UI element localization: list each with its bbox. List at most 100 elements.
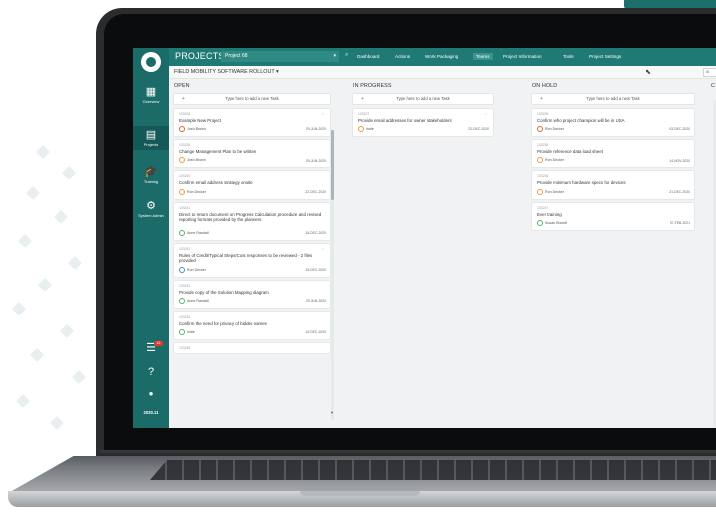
scroll-down-icon[interactable]: ▼ [330,410,334,415]
task-due-date: 15-DEC-2020 [305,267,326,272]
sidebar-item-label: System Admin [138,213,164,218]
task-card[interactable]: 103234 ◌ Example New Project Josh Brown 29-J… [174,109,330,137]
project-selector[interactable]: Project 68 ▾ [221,51,339,62]
add-task-placeholder: Type here to add a new Task [225,96,279,101]
task-card[interactable]: 103235 Confirm who project champion will … [532,109,694,137]
app-logo[interactable] [141,52,161,72]
task-card[interactable]: 103247 Ever training Susan Brandt 07-FEB-20… [532,202,694,230]
comment-icon[interactable]: ◌ [322,246,324,251]
nav-tools[interactable]: Tools [563,54,574,59]
task-title: Provide minimum hardware specs for devic… [537,180,626,186]
task-card[interactable]: 103243 Provide copy of the Solution Mappi… [174,280,330,308]
task-card[interactable]: 103245 [174,343,330,353]
gear-icon: ⚙ [146,200,156,212]
task-id: 103241 [179,205,191,210]
task-id: 103244 [179,314,191,319]
task-owner: Anne Randall [187,298,209,303]
filter-button[interactable]: ⊞ [703,68,716,77]
task-card[interactable]: 103244 Confirm the need for privacy of bi… [174,311,330,339]
nav-actions[interactable]: Actions [395,54,410,59]
task-due-date: 15-DEC-2020 [305,231,326,236]
task-owner: Ron Decker [187,267,206,272]
notifications-button[interactable]: ☰ [133,342,169,354]
task-id: 103243 [179,283,191,288]
sidebar-item-label: Overview [142,99,160,104]
task-id: 103242 [179,247,191,252]
task-owner: Susan Brandt [545,220,567,225]
add-task-input[interactable]: + Type here to add a new Task [353,94,493,104]
task-title: Rules of Credit/Typical Steps/Cost respo… [179,253,313,264]
add-task-input[interactable]: + Type here to add a new Task [174,94,330,104]
nav-dashboard[interactable]: Dashboard [357,54,379,59]
task-due-date: 29-JUN-2020 [305,298,326,303]
task-due-date: 03-DEC-2020 [669,127,690,132]
owner-avatar-icon [179,266,185,273]
task-id: 103234 [179,112,191,116]
breadcrumb[interactable]: FIELD MOBILITY SOFTWARE ROLLOUT ▾ [174,69,279,75]
task-owner: Ron Decker [545,158,564,163]
comment-icon[interactable]: ◌ [322,111,324,116]
laptop-mockup: ▦ Overview ▤ Projects 🎓 Training ⚙ Syste… [0,0,716,515]
sidebar-item-overview[interactable]: ▦ Overview [133,86,169,108]
user-button[interactable]: ● [133,388,169,400]
owner-avatar-icon [358,126,364,133]
task-title: Confirm who project champion will be in … [537,118,625,123]
notifications-icon: ☰ [146,342,156,354]
laptop-keyboard [150,460,716,480]
task-due-date: 14-NOV-2020 [669,158,690,163]
column-title: ON HOLD [532,83,558,89]
project-selector-value: Project 68 [225,53,248,59]
task-card[interactable]: 103237 ◌ Provide email addresses for owner… [353,109,493,137]
task-title: Confirm the need for privacy of bidder n… [179,320,267,326]
sidebar-item-training[interactable]: 🎓 Training [133,166,169,188]
grid-icon: ▦ [145,86,157,98]
task-title: Provide copy of the Solution Mapping dia… [179,289,269,295]
task-card[interactable]: 103240 Confirm email address strategy ons… [174,171,330,199]
help-icon: ? [147,366,155,378]
add-task-input[interactable]: + Type here to add a new Task [532,94,694,104]
task-card[interactable]: 103236 Provide minimum hardware specs for… [532,171,694,199]
nav-work-packaging[interactable]: Work Packaging [425,54,458,59]
task-id: 103240 [179,174,191,179]
section-title: PROJECTS [175,51,225,61]
task-card[interactable]: 103242 ◌ Rules of Credit/Typical Steps/Cos… [174,244,330,277]
task-id: 103239 [179,143,191,148]
owner-avatar-icon [179,230,185,237]
task-card[interactable]: 103241 Direct to return document on Progr… [174,202,330,241]
owner-avatar-icon [179,297,185,304]
owner-avatar-icon [179,126,185,133]
task-owner: Josh Brown [187,127,206,132]
task-id: 103236 [537,174,549,179]
task-due-date: 29-JUN-2020 [305,127,326,132]
owner-avatar-icon [537,219,543,226]
task-title: Change Management Plan to be written [179,149,257,155]
chevron-down-icon: ▾ [276,69,279,75]
task-owner: Anne Randall [187,231,209,236]
task-card[interactable]: 103238 Provide reference data load sheet R… [532,140,694,168]
help-button[interactable]: ? [133,366,169,378]
nav-project-settings[interactable]: Project Settings [589,54,621,59]
task-id: 103235 [537,112,549,116]
task-owner: Josh Brown [187,158,206,163]
nav-project-information[interactable]: Project Information [503,54,542,59]
owner-avatar-icon [537,126,543,133]
search-icon[interactable]: ⌕ [345,52,348,59]
owner-avatar-icon [537,157,543,164]
task-owner: Ron Decker [545,127,564,132]
task-owner: Ron Decker [187,189,206,194]
task-title: Provide email addresses for owner stakeh… [358,118,452,123]
chevron-down-icon: ▾ [333,53,336,59]
nav-teams[interactable]: Teams [473,52,493,60]
comment-icon[interactable]: ◌ [485,111,487,116]
add-task-placeholder: Type here to add a new Task [396,96,450,101]
task-due-date: 22-DEC-2020 [468,127,489,132]
task-card[interactable]: 103239 Change Management Plan to be writt… [174,140,330,168]
scrollbar-thumb[interactable] [331,130,334,200]
sidebar-item-projects[interactable]: ▤ Projects [133,126,169,150]
laptop-notch [300,491,420,496]
task-owner: Indie [187,329,195,334]
graduation-cap-icon: 🎓 [144,166,158,178]
sidebar-item-system-admin[interactable]: ⚙ System Admin [133,200,169,230]
version-label: 2020.11 [143,410,159,415]
task-due-date: 07-FEB-2021 [669,220,690,225]
